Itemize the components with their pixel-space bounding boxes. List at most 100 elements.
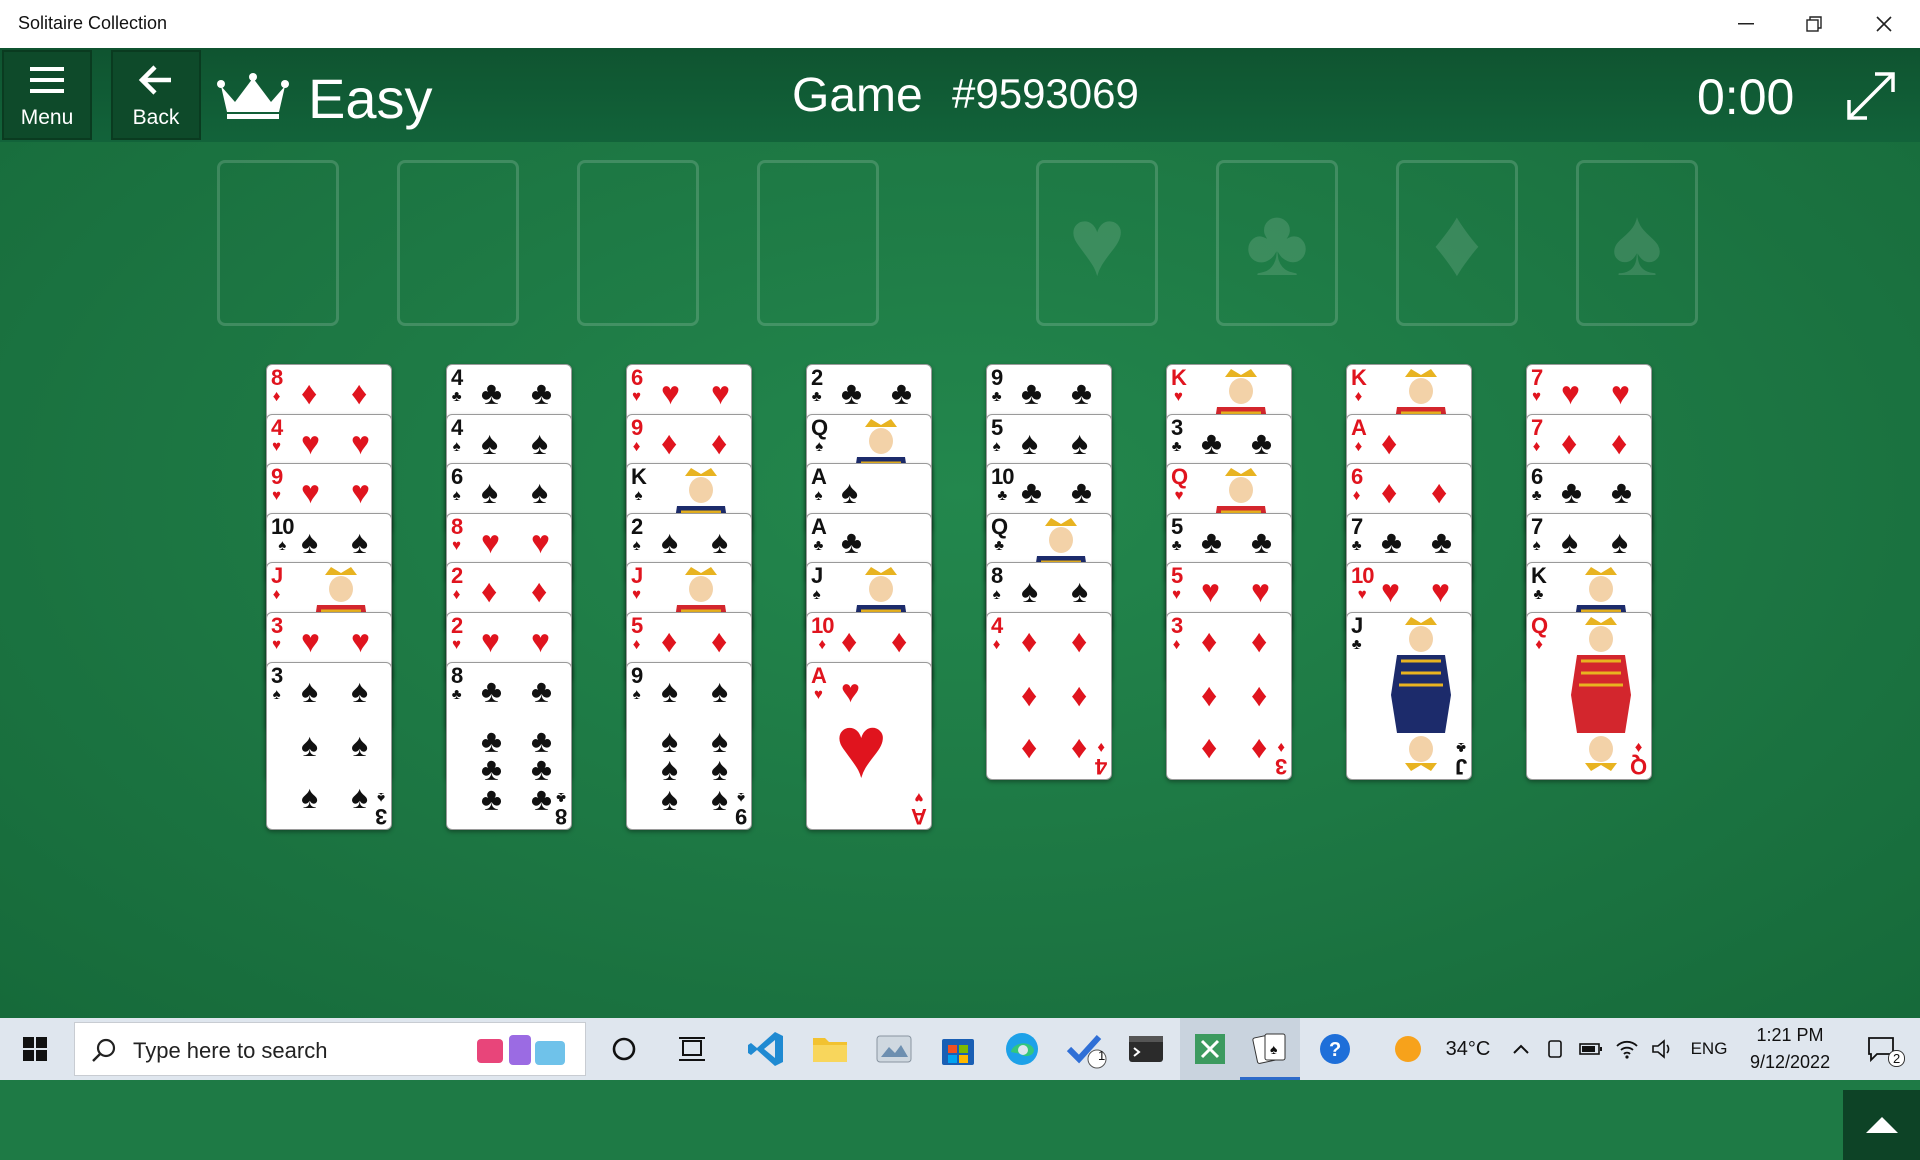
foundation-hearts[interactable]: ♥ <box>1036 160 1158 326</box>
card[interactable]: 9 ♠ ♠ ♠ ♠ ♠ ♠ ♠ ♠ ♠ 9 ♠ <box>626 661 752 830</box>
free-cell-1[interactable] <box>217 160 339 326</box>
task-view-button[interactable] <box>664 1018 720 1080</box>
restore-button[interactable] <box>1780 0 1848 48</box>
spade-icon: ♠ <box>1611 189 1663 296</box>
card-corner: 7 ♣ <box>1351 515 1363 553</box>
pip-icon: ♠ <box>841 474 858 511</box>
pip-icon: ♣ <box>1021 474 1042 511</box>
difficulty-label: Easy <box>308 67 433 130</box>
pip-icon: ♦ <box>711 623 728 659</box>
notification-badge: 2 <box>1888 1050 1906 1067</box>
solitaire-app[interactable]: ♠ <box>1240 1018 1300 1080</box>
foundation-clubs[interactable]: ♣ <box>1216 160 1338 326</box>
card[interactable]: 3 ♦ ♦ ♦ ♦ ♦ ♦ ♦ 3 ♦ <box>1166 612 1292 780</box>
pip-icon: ♦ <box>531 573 548 610</box>
store-app[interactable] <box>928 1018 988 1080</box>
cortana-button[interactable] <box>596 1018 652 1080</box>
card[interactable]: A ♥ ♥ ♥ A ♥ <box>806 661 932 830</box>
snipping-app[interactable] <box>1180 1018 1240 1080</box>
club-suit-icon: ♣ <box>997 487 1008 505</box>
pip-icon: ♦ <box>1021 729 1038 765</box>
free-cell-4[interactable] <box>757 160 879 326</box>
pip-icon: ♠ <box>1611 523 1628 560</box>
tray-expand[interactable] <box>1506 1018 1536 1080</box>
clock[interactable]: 1:21 PM 9/12/2022 <box>1750 1025 1830 1073</box>
free-cell-2[interactable] <box>397 160 519 326</box>
pip-icon: ♥ <box>351 623 370 659</box>
volume-tray[interactable] <box>1648 1018 1678 1080</box>
edge-app[interactable] <box>992 1018 1052 1080</box>
card-rank: K <box>1171 365 1187 390</box>
diamond-suit-icon: ♦ <box>818 636 827 653</box>
card-corner: Q ♣ <box>991 515 1008 553</box>
card-rank: 9 <box>631 414 643 440</box>
start-button[interactable] <box>0 1018 70 1080</box>
minimize-button[interactable] <box>1712 0 1780 48</box>
card-corner: 9 ♦ <box>631 414 643 454</box>
card[interactable]: 3 ♠ ♠ ♠ ♠ ♠ ♠ ♠ 3 ♠ <box>266 661 392 830</box>
club-suit-icon: ♣ <box>1351 636 1362 653</box>
card[interactable]: Q ♦ Q ♦ <box>1526 612 1652 780</box>
pip-icon: ♠ <box>1561 523 1578 560</box>
card[interactable]: 4 ♦ ♦ ♦ ♦ ♦ ♦ ♦ 4 ♦ <box>986 612 1112 780</box>
card-corner: J ♥ <box>631 565 643 603</box>
pip-icon: ♦ <box>1201 729 1218 765</box>
card-rank: Q <box>1531 613 1548 638</box>
menu-button[interactable]: Menu <box>2 50 92 140</box>
heart-icon: ♥ <box>1068 189 1126 296</box>
card-corner: 4 ♥ <box>271 416 283 454</box>
weather-widget[interactable] <box>1388 1018 1428 1080</box>
spade-suit-icon: ♠ <box>992 437 1001 455</box>
card-rank: 9 <box>631 662 643 688</box>
free-cell-3[interactable] <box>577 160 699 326</box>
card-corner: Q ♥ <box>1171 466 1188 504</box>
back-button[interactable]: Back <box>111 50 201 140</box>
foundation-diamonds[interactable]: ♦ <box>1396 160 1518 326</box>
folder-icon <box>813 1038 847 1062</box>
notification-center[interactable]: 2 <box>1852 1018 1912 1080</box>
pip-icon: ♠ <box>531 424 548 461</box>
clock-date: 9/12/2022 <box>1750 1052 1831 1072</box>
svg-text:♠: ♠ <box>1270 1041 1278 1057</box>
diamond-suit-icon: ♦ <box>1352 487 1361 505</box>
card-corner: 4 ♦ <box>991 615 1003 653</box>
card-rank: K <box>631 464 647 490</box>
fullscreen-icon[interactable] <box>1845 70 1897 122</box>
card-corner: 3 ♠ <box>271 664 283 702</box>
card[interactable]: 8 ♣ ♣ ♣ ♣ ♣ ♣ ♣ ♣ ♣ 8 ♣ <box>446 661 572 830</box>
card-rank: J <box>811 563 823 589</box>
card-rank: 9 <box>991 365 1003 390</box>
help-app[interactable]: ? <box>1305 1018 1365 1080</box>
terminal-app[interactable] <box>1116 1018 1176 1080</box>
language-indicator[interactable]: ENG <box>1684 1018 1734 1080</box>
club-suit-icon: ♣ <box>1171 437 1182 455</box>
vscode-app[interactable] <box>736 1018 796 1080</box>
wifi-tray[interactable] <box>1612 1018 1642 1080</box>
foundation-spades[interactable]: ♠ <box>1576 160 1698 326</box>
todo-app[interactable]: 1 <box>1056 1018 1116 1080</box>
card-corner: J ♦ <box>271 565 283 603</box>
search-box[interactable]: Type here to search <box>74 1022 586 1076</box>
spade-suit-icon: ♠ <box>376 788 385 806</box>
pip-icon: ♣ <box>531 780 552 817</box>
card[interactable]: J ♣ J ♣ <box>1346 612 1472 780</box>
meet-now-tray[interactable] <box>1540 1018 1570 1080</box>
pip-icon: ♠ <box>301 726 318 763</box>
card-corner: 6 ♣ <box>1531 466 1543 504</box>
close-button[interactable] <box>1850 0 1918 48</box>
pip-icon: ♣ <box>531 672 552 709</box>
card-corner: 2 ♦ <box>451 565 463 603</box>
diamond-suit-icon: ♦ <box>1354 388 1363 405</box>
pip-icon: ♦ <box>351 375 368 411</box>
pip-icon: ♠ <box>351 523 368 560</box>
spade-suit-icon: ♠ <box>992 586 1001 604</box>
game-label: Game <box>792 69 923 122</box>
scroll-up-button[interactable] <box>1843 1090 1920 1160</box>
spade-suit-icon: ♠ <box>812 586 821 604</box>
card-corner: 5 ♥ <box>1171 565 1183 603</box>
spade-suit-icon: ♠ <box>1532 536 1541 554</box>
photo-app[interactable] <box>864 1018 924 1080</box>
battery-tray[interactable] <box>1576 1018 1606 1080</box>
file-explorer-app[interactable] <box>800 1018 860 1080</box>
windows-logo-icon <box>23 1037 47 1061</box>
